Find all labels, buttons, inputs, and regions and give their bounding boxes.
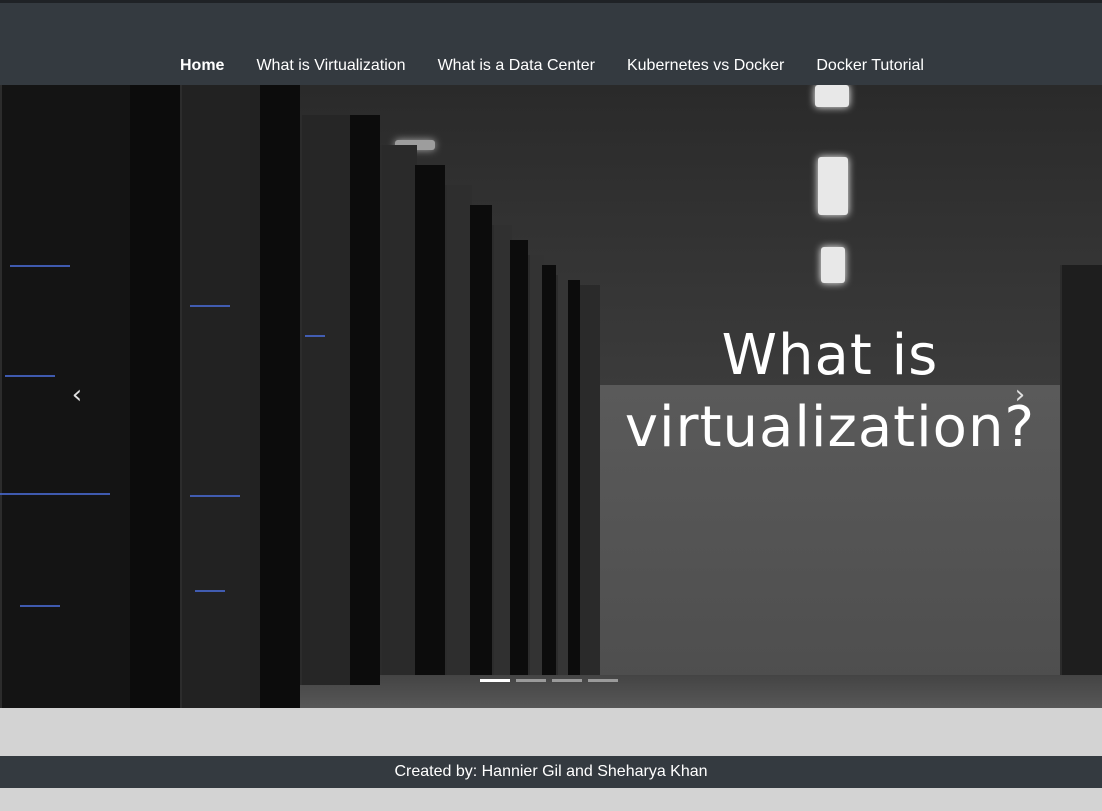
server-led	[190, 495, 240, 497]
server-led	[0, 493, 110, 495]
chevron-right-icon: ›	[1014, 380, 1026, 410]
slide-caption: What is virtualization?	[620, 320, 1040, 464]
footer: Created by: Hannier Gil and Sheharya Kha…	[0, 756, 1102, 788]
ceiling-light	[815, 85, 849, 107]
main-nav: Home What is Virtualization What is a Da…	[180, 57, 956, 75]
server-led	[190, 305, 230, 307]
server-led	[195, 590, 225, 592]
ceiling-light	[818, 157, 848, 215]
nav-docker-tutorial[interactable]: Docker Tutorial	[816, 57, 924, 75]
server-led	[10, 265, 70, 267]
nav-what-is-a-data-center[interactable]: What is a Data Center	[438, 57, 595, 75]
carousel-indicator[interactable]	[588, 679, 618, 682]
rack-frame	[568, 280, 580, 675]
carousel-indicator[interactable]	[516, 679, 546, 682]
server-rack	[180, 85, 262, 708]
navbar: Home What is Virtualization What is a Da…	[0, 3, 1102, 85]
rack-frame	[580, 285, 600, 675]
server-led	[305, 335, 325, 337]
ceiling-light	[821, 247, 845, 283]
server-led	[5, 375, 55, 377]
nav-kubernetes-vs-docker[interactable]: Kubernetes vs Docker	[627, 57, 784, 75]
hero-carousel: What is virtualization? ‹ ›	[0, 85, 1102, 708]
carousel-indicators	[480, 679, 618, 682]
rack-frame	[130, 85, 180, 708]
carousel-indicator[interactable]	[552, 679, 582, 682]
server-rack	[380, 145, 417, 675]
nav-what-is-virtualization[interactable]: What is Virtualization	[256, 57, 405, 75]
server-rack	[1060, 265, 1102, 675]
rack-frame	[470, 205, 492, 675]
footer-credits: Created by: Hannier Gil and Sheharya Kha…	[394, 763, 708, 780]
rack-frame	[415, 165, 445, 675]
server-rack	[445, 185, 472, 675]
slide-caption-line-2: virtualization?	[624, 395, 1036, 460]
server-rack	[492, 225, 512, 675]
server-led	[20, 605, 60, 607]
slide-caption-line-1: What is	[721, 323, 939, 388]
rack-frame	[542, 265, 556, 675]
server-rack	[300, 115, 352, 685]
rack-frame	[510, 240, 528, 675]
carousel-next-button[interactable]: ›	[1008, 380, 1032, 410]
rack-frame	[260, 85, 300, 708]
rack-frame	[350, 115, 380, 685]
chevron-left-icon: ‹	[71, 380, 83, 410]
nav-home[interactable]: Home	[180, 57, 224, 75]
carousel-indicator[interactable]	[480, 679, 510, 682]
carousel-prev-button[interactable]: ‹	[65, 380, 89, 410]
